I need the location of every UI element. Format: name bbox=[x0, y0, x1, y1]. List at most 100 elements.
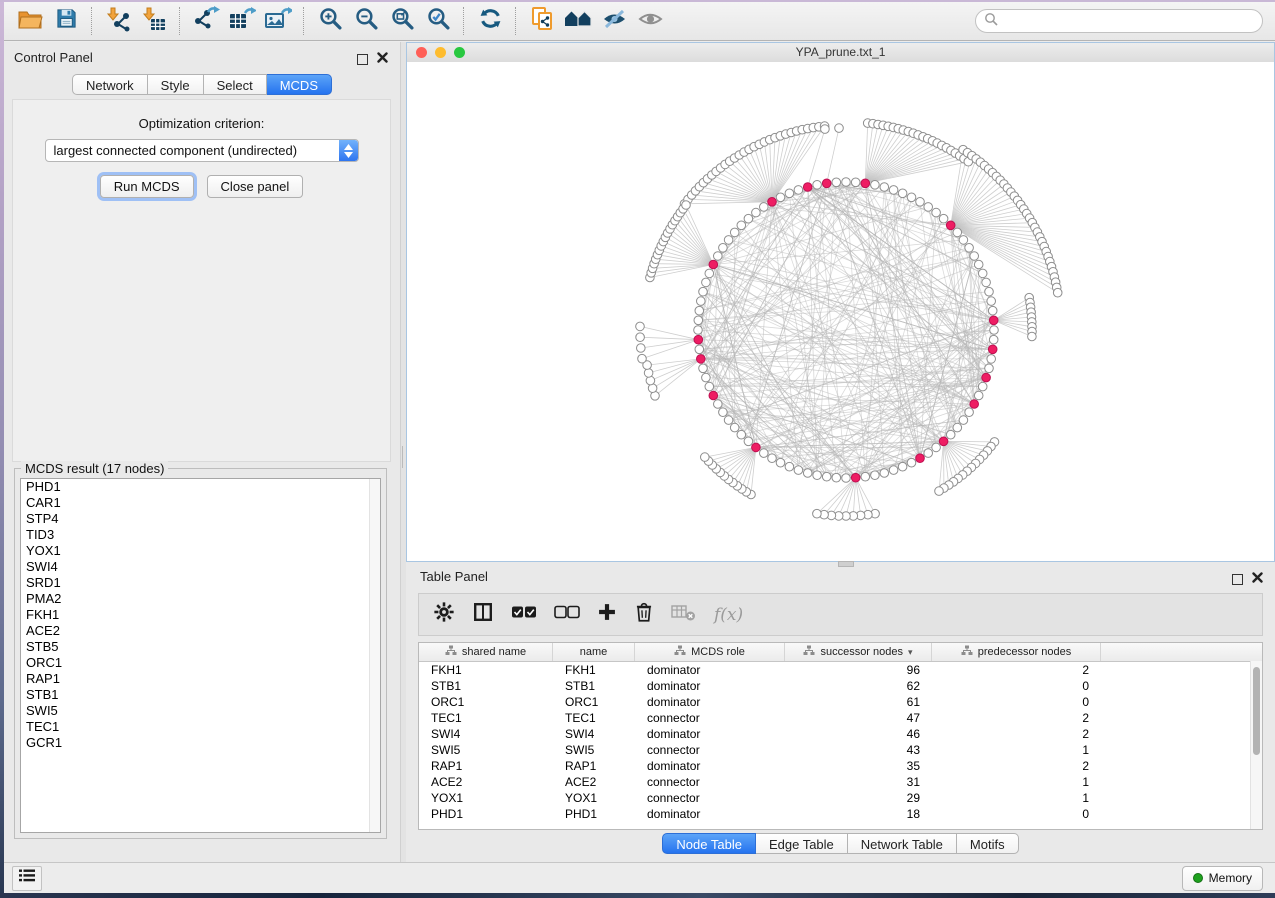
table-cell: 1 bbox=[932, 790, 1101, 806]
eye-slash-icon bbox=[601, 7, 628, 36]
save-session-button[interactable] bbox=[48, 5, 84, 37]
first-neighbors-button[interactable] bbox=[560, 5, 596, 37]
table-row[interactable]: TEC1TEC1connector472 bbox=[419, 710, 1262, 726]
mcds-result-item[interactable]: PMA2 bbox=[21, 591, 380, 607]
list-scrollbar[interactable] bbox=[369, 479, 380, 832]
zoom-out-icon bbox=[354, 6, 379, 36]
table-row[interactable]: SWI5SWI5connector431 bbox=[419, 742, 1262, 758]
export-image-icon bbox=[264, 6, 292, 37]
criterion-select[interactable]: largest connected component (undirected) bbox=[45, 139, 359, 162]
eye-icon bbox=[637, 7, 664, 36]
zoom-selected-icon bbox=[426, 6, 451, 36]
mcds-result-item[interactable]: TID3 bbox=[21, 527, 380, 543]
tab-network[interactable]: Network bbox=[72, 74, 148, 95]
tab-motifs[interactable]: Motifs bbox=[957, 833, 1019, 854]
zoom-out-button[interactable] bbox=[348, 5, 384, 37]
export-table-button[interactable] bbox=[224, 5, 260, 37]
table-row[interactable]: FKH1FKH1dominator962 bbox=[419, 662, 1262, 678]
mcds-result-item[interactable]: STB5 bbox=[21, 639, 380, 655]
table-cell: 47 bbox=[785, 710, 932, 726]
select-all-rows-icon[interactable] bbox=[511, 605, 537, 624]
zoom-in-button[interactable] bbox=[312, 5, 348, 37]
table-row[interactable]: PHD1PHD1dominator180 bbox=[419, 806, 1262, 822]
table-panel-title: Table Panel bbox=[420, 569, 488, 584]
mcds-result-item[interactable]: GCR1 bbox=[21, 735, 380, 751]
refresh-layout-button[interactable] bbox=[472, 5, 508, 37]
table-row[interactable]: SWI4SWI4dominator462 bbox=[419, 726, 1262, 742]
mcds-result-item[interactable]: CAR1 bbox=[21, 495, 380, 511]
table-scrollbar[interactable] bbox=[1250, 661, 1262, 829]
mcds-result-item[interactable]: ACE2 bbox=[21, 623, 380, 639]
tab-mcds[interactable]: MCDS bbox=[267, 74, 332, 95]
table-cell: SWI4 bbox=[553, 726, 635, 742]
mcds-result-item[interactable]: STP4 bbox=[21, 511, 380, 527]
task-history-button[interactable] bbox=[12, 866, 42, 891]
open-session-button[interactable] bbox=[12, 5, 48, 37]
close-panel-icon[interactable] bbox=[1252, 570, 1263, 588]
show-columns-icon[interactable] bbox=[472, 601, 494, 628]
table-cell: 35 bbox=[785, 758, 932, 774]
table-row[interactable]: YOX1YOX1connector291 bbox=[419, 790, 1262, 806]
delete-column-icon[interactable] bbox=[634, 601, 654, 628]
zoom-fit-button[interactable] bbox=[384, 5, 420, 37]
close-panel-button[interactable]: Close panel bbox=[207, 175, 304, 198]
mcds-result-item[interactable]: TEC1 bbox=[21, 719, 380, 735]
control-panel-title: Control Panel bbox=[14, 50, 93, 65]
export-network-icon bbox=[192, 6, 220, 37]
column-header-name[interactable]: name bbox=[553, 643, 635, 661]
scrollbar-thumb[interactable] bbox=[1253, 667, 1260, 755]
table-tabs: Node Table Edge Table Network Table Moti… bbox=[406, 833, 1275, 854]
deselect-all-rows-icon[interactable] bbox=[554, 605, 580, 624]
table-cell: connector bbox=[635, 774, 785, 790]
column-header-shared-name[interactable]: shared name bbox=[419, 643, 553, 661]
column-header-MCDS-role[interactable]: MCDS role bbox=[635, 643, 785, 661]
network-window-titlebar[interactable]: YPA_prune.txt_1 bbox=[407, 43, 1274, 63]
export-image-button[interactable] bbox=[260, 5, 296, 37]
table-cell: FKH1 bbox=[553, 662, 635, 678]
mcds-result-item[interactable]: PHD1 bbox=[21, 479, 380, 495]
mcds-result-item[interactable]: STB1 bbox=[21, 687, 380, 703]
search-input[interactable] bbox=[1003, 13, 1262, 29]
tab-edge-table[interactable]: Edge Table bbox=[756, 833, 848, 854]
table-row[interactable]: ACE2ACE2connector311 bbox=[419, 774, 1262, 790]
column-header-predecessor-nodes[interactable]: predecessor nodes bbox=[932, 643, 1101, 661]
run-mcds-button[interactable]: Run MCDS bbox=[100, 175, 194, 198]
zoom-selected-button[interactable] bbox=[420, 5, 456, 37]
export-network-button[interactable] bbox=[188, 5, 224, 37]
copy-network-button[interactable] bbox=[524, 5, 560, 37]
tab-select[interactable]: Select bbox=[204, 74, 267, 95]
mcds-result-item[interactable]: SWI5 bbox=[21, 703, 380, 719]
float-panel-icon[interactable] bbox=[357, 54, 368, 65]
mcds-result-item[interactable]: YOX1 bbox=[21, 543, 380, 559]
show-all-button[interactable] bbox=[632, 5, 668, 37]
search-icon bbox=[984, 12, 998, 31]
tab-style[interactable]: Style bbox=[148, 74, 204, 95]
mcds-result-list[interactable]: PHD1CAR1STP4TID3YOX1SWI4SRD1PMA2FKH1ACE2… bbox=[20, 478, 381, 833]
mcds-result-item[interactable]: FKH1 bbox=[21, 607, 380, 623]
memory-button[interactable]: Memory bbox=[1182, 866, 1263, 891]
table-row[interactable]: RAP1RAP1dominator352 bbox=[419, 758, 1262, 774]
table-row[interactable]: ORC1ORC1dominator610 bbox=[419, 694, 1262, 710]
mcds-result-item[interactable]: ORC1 bbox=[21, 655, 380, 671]
search-box[interactable] bbox=[975, 9, 1263, 33]
horizontal-splitter[interactable] bbox=[838, 561, 854, 567]
import-table-button[interactable] bbox=[136, 5, 172, 37]
mcds-result-item[interactable]: SRD1 bbox=[21, 575, 380, 591]
table-settings-gear-icon[interactable] bbox=[433, 601, 455, 628]
table-row[interactable]: STB1STB1dominator620 bbox=[419, 678, 1262, 694]
mcds-result-item[interactable]: RAP1 bbox=[21, 671, 380, 687]
tab-network-table[interactable]: Network Table bbox=[848, 833, 957, 854]
import-network-button[interactable] bbox=[100, 5, 136, 37]
mcds-result-item[interactable]: SWI4 bbox=[21, 559, 380, 575]
table-cell: 29 bbox=[785, 790, 932, 806]
add-column-icon[interactable] bbox=[597, 602, 617, 627]
tab-node-table[interactable]: Node Table bbox=[662, 833, 756, 854]
hide-selected-button[interactable] bbox=[596, 5, 632, 37]
table-panel: Table Panel f(x) shared namenameMCDS rol… bbox=[406, 562, 1275, 862]
float-panel-icon[interactable] bbox=[1232, 574, 1243, 585]
table-cell: dominator bbox=[635, 726, 785, 742]
copy-documents-icon bbox=[530, 6, 555, 37]
close-panel-icon[interactable] bbox=[377, 50, 388, 68]
network-canvas[interactable] bbox=[407, 62, 1274, 561]
column-header-successor-nodes[interactable]: successor nodes▾ bbox=[785, 643, 932, 661]
